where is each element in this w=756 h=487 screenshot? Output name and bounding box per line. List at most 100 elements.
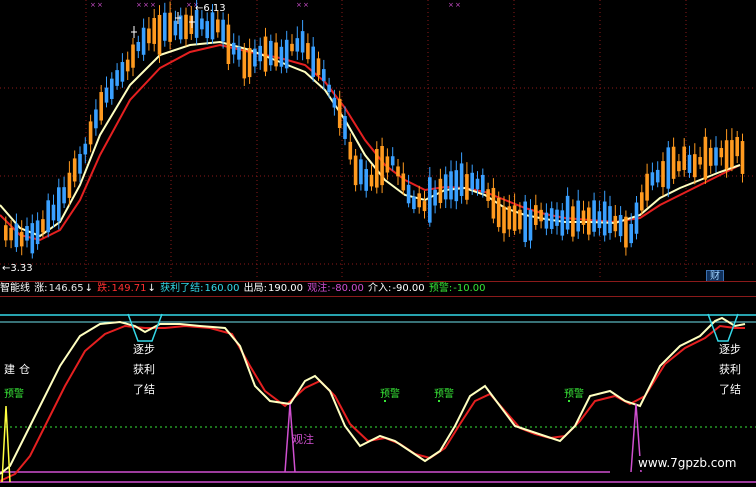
candle-body-127	[677, 161, 681, 172]
candle-body-74	[396, 166, 400, 177]
candle-body-1	[9, 227, 13, 241]
top-tick-mark-0-0: ×	[90, 1, 96, 9]
candle-body-52	[279, 46, 284, 67]
indicator-legend-bar: 智能线 涨:146.65↓ 跌:149.71↓ 获利了结:160.00 出局:1…	[0, 281, 756, 297]
candle-body-15	[83, 143, 88, 155]
candle-body-43	[231, 42, 236, 55]
candle-body-75	[401, 173, 406, 191]
up-arrow-icon: ↓	[84, 283, 93, 294]
candle-body-12	[67, 172, 72, 198]
candle-body-49	[263, 36, 268, 72]
candle-body-39	[210, 12, 215, 40]
up-value: 146.65	[48, 283, 84, 294]
candle-body-26	[141, 27, 146, 55]
top-tick-mark-3-1: ×	[303, 1, 309, 9]
candle-body-101	[539, 209, 543, 222]
candle-body-90	[481, 174, 485, 193]
candle-body-58	[311, 46, 315, 77]
candle-body-137	[730, 140, 734, 168]
candle-body-2	[14, 223, 19, 248]
candle-body-27	[147, 28, 151, 44]
candle-body-76	[406, 184, 411, 204]
site-watermark: www.7gpzb.com	[636, 456, 739, 470]
candle-body-135	[719, 148, 724, 158]
candle-body-8	[46, 200, 50, 233]
down-value: 149.71	[111, 283, 147, 294]
candle-body-80	[428, 177, 432, 223]
signal-warn-4: 预警	[564, 389, 584, 400]
candle-body-108	[576, 200, 580, 232]
candle-body-120	[640, 192, 644, 211]
profit-label: 获利了结:	[160, 283, 204, 294]
candle-body-105	[560, 210, 565, 236]
candle-body-102	[544, 212, 549, 229]
candle-body-89	[475, 178, 480, 190]
candle-body-85	[454, 170, 459, 202]
candle-body-25	[136, 41, 141, 52]
candle-body-136	[724, 140, 729, 170]
candle-body-44	[237, 46, 241, 60]
candle-body-71	[380, 146, 384, 186]
candle-body-84	[449, 171, 453, 200]
candle-body-36	[194, 9, 199, 38]
candle-body-10	[57, 187, 61, 222]
signal-step-2: 逐步	[719, 343, 741, 356]
candle-body-53	[284, 39, 289, 69]
candle-body-100	[534, 205, 538, 225]
candle-body-28	[152, 18, 156, 44]
candle-body-40	[216, 19, 220, 33]
top-tick-mark-1-0: ×	[136, 1, 142, 9]
candle-body-122	[650, 172, 655, 186]
candle-body-121	[645, 173, 649, 201]
ma-slow-line	[0, 43, 741, 242]
candle-body-91	[486, 189, 490, 201]
candle-body-56	[300, 31, 305, 53]
profit-value: 160.00	[204, 283, 240, 294]
candle-body-7	[41, 219, 45, 233]
candle-body-107	[571, 206, 575, 237]
candle-body-64	[343, 116, 347, 139]
candle-body-32	[173, 20, 178, 36]
candle-body-123	[655, 169, 660, 183]
candle-body-81	[433, 189, 437, 206]
price-candlestick-panel[interactable]: × × × × × × × × × × ×	[0, 0, 756, 280]
candle-body-104	[555, 209, 559, 226]
candle-body-51	[274, 42, 278, 67]
signal-warn-2: 预警	[380, 389, 400, 400]
candle-body-119	[634, 202, 639, 234]
watch-value: -80.00	[331, 283, 364, 294]
candle-body-0	[4, 225, 8, 241]
candle-body-20	[110, 78, 114, 99]
candle-body-132	[703, 136, 708, 180]
candle-body-60	[322, 69, 326, 82]
exit-value: 190.00	[268, 283, 304, 294]
candle-body-19	[104, 87, 109, 103]
candle-body-111	[592, 200, 596, 232]
signal-step-1: 逐步	[133, 343, 155, 356]
candle-body-128	[682, 146, 686, 170]
signal-build: 建仓	[4, 363, 34, 376]
top-tick-mark-3-0: ×	[296, 1, 302, 9]
stock-chart-window: × × × × × × × × × × × ←6.13 ←3.33 财 智能线 涨:146.65↓ …	[0, 0, 756, 487]
indicator-title[interactable]: 智能线	[0, 283, 30, 294]
candle-body-63	[337, 98, 342, 129]
candle-body-110	[587, 207, 591, 235]
candle-body-130	[693, 154, 697, 178]
enter-label: 介入:	[368, 283, 392, 294]
candle-body-86	[459, 163, 464, 196]
candle-body-97	[518, 209, 522, 230]
high-price-value: 6.13	[203, 3, 226, 14]
candle-body-16	[88, 121, 93, 145]
candle-body-55	[295, 38, 300, 52]
candle-body-118	[629, 223, 633, 244]
low-price-value: 3.33	[10, 263, 33, 274]
signal-profit-2: 获利	[719, 363, 741, 376]
candle-body-82	[438, 178, 443, 203]
top-tick-mark-4-0: ×	[448, 1, 454, 9]
up-label: 涨:	[34, 283, 48, 294]
signal-warn-1: 预警	[4, 389, 24, 400]
build-spike	[1, 405, 11, 483]
candle-body-54	[290, 43, 294, 52]
candle-body-77	[412, 196, 416, 210]
candle-body-70	[375, 149, 379, 188]
